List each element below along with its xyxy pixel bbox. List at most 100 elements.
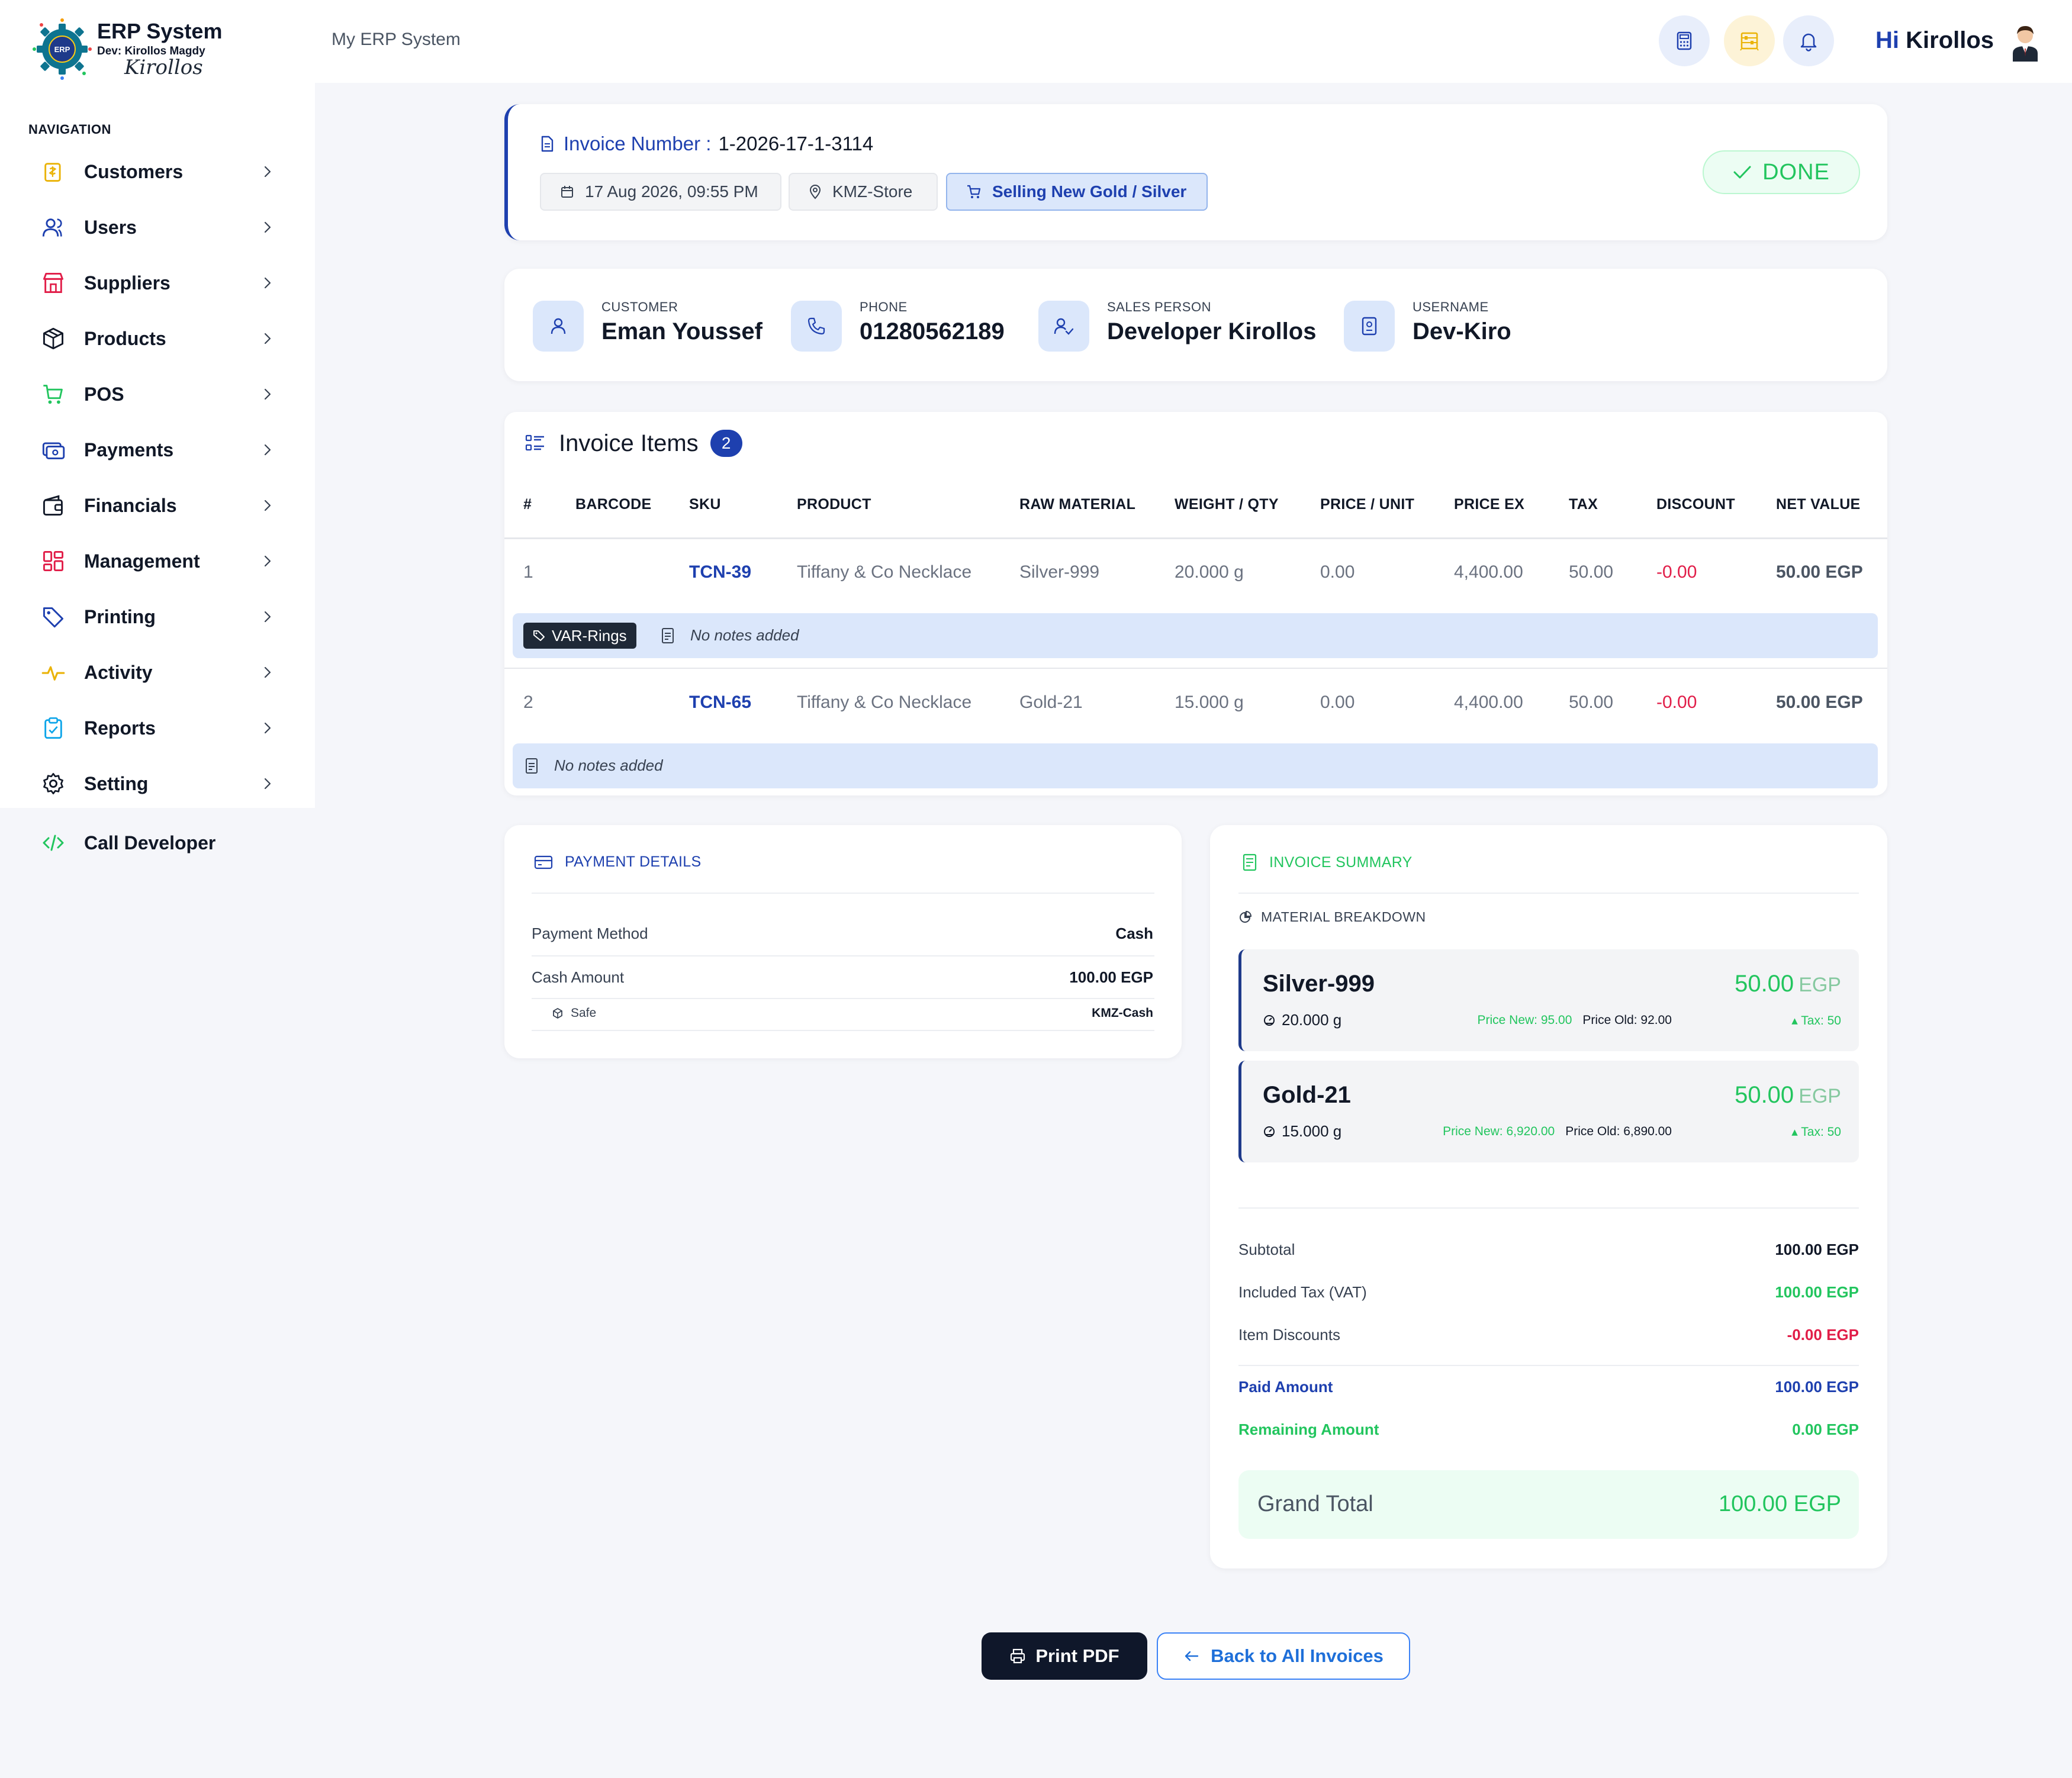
back-to-invoices-button[interactable]: Back to All Invoices <box>1157 1632 1410 1680</box>
vat-value: 100.00 EGP <box>1775 1283 1859 1301</box>
column-header[interactable]: DISCOUNT <box>1656 496 1735 513</box>
material-breakdown-text: MATERIAL BREAKDOWN <box>1261 909 1426 925</box>
cell-material: Gold-21 <box>1019 692 1083 712</box>
invoice-header-card: Invoice Number : 1-2026-17-1-3114 17 Aug… <box>504 104 1887 240</box>
chevron-right-icon <box>264 333 271 344</box>
sidebar-item-customers[interactable]: Customers <box>0 148 315 195</box>
status-text: DONE <box>1762 159 1830 185</box>
price-old: Price Old: 92.00 <box>1582 1013 1672 1027</box>
column-header[interactable]: SKU <box>689 496 721 513</box>
sales-person-label: SALES PERSON <box>1107 299 1211 314</box>
chevron-right-icon <box>264 500 271 511</box>
invoice-summary-card: INVOICE SUMMARY MATERIAL BREAKDOWN Silve… <box>1210 825 1887 1568</box>
sidebar-item-setting[interactable]: Setting <box>0 760 315 807</box>
phone-icon <box>791 301 842 352</box>
calculator-button[interactable] <box>1659 15 1710 66</box>
column-header[interactable]: PRICE / UNIT <box>1320 496 1414 513</box>
invoice-date: 17 Aug 2026, 09:55 PM <box>585 182 758 201</box>
sidebar-item-label: Users <box>84 216 137 238</box>
invoice-items-card: Invoice Items 2 # BARCODE SKU PRODUCT RA… <box>504 412 1887 795</box>
divider <box>532 893 1154 894</box>
safe-icon <box>553 1008 562 1019</box>
column-header[interactable]: BARCODE <box>575 496 652 513</box>
remaining-amount-label: Remaining Amount <box>1238 1421 1379 1438</box>
column-header[interactable]: PRICE EX <box>1454 496 1524 513</box>
row-divider <box>504 668 1887 669</box>
nav-heading: NAVIGATION <box>28 122 111 137</box>
material-currency: EGP <box>1798 974 1841 996</box>
summary-title-text: INVOICE SUMMARY <box>1269 853 1413 871</box>
safe-label-row: Safe <box>552 1006 596 1020</box>
chevron-right-icon <box>264 166 271 178</box>
payment-title-text: PAYMENT DETAILS <box>565 853 702 870</box>
print-pdf-label: Print PDF <box>1035 1645 1119 1666</box>
id-badge-icon <box>1344 301 1395 352</box>
column-header[interactable]: NET VALUE <box>1776 496 1861 513</box>
sidebar-item-pos[interactable]: POS <box>0 371 315 418</box>
grand-total-value: 100.00 EGP <box>1718 1492 1841 1516</box>
divider <box>532 955 1154 956</box>
material-card: Gold-21 50.00 EGP 15.000 g Price New: 6,9… <box>1238 1061 1859 1162</box>
abacus-icon <box>1740 32 1759 51</box>
customer-name: Eman Youssef <box>601 318 762 344</box>
chevron-right-icon <box>264 666 271 678</box>
material-name: Gold-21 <box>1263 1082 1351 1108</box>
paid-amount-value: 100.00 EGP <box>1775 1378 1859 1396</box>
app-logo[interactable]: ERP ERP System Dev: Kirollos Magdy Kirol… <box>30 17 266 88</box>
box-icon <box>43 327 63 350</box>
row-note: No notes added <box>554 756 663 774</box>
material-tax: ▴ Tax: 50 <box>1791 1014 1841 1027</box>
sidebar-item-label: Customers <box>84 160 184 182</box>
cell-product: Tiffany & Co Necklace <box>797 562 972 582</box>
material-breakdown-title: MATERIAL BREAKDOWN <box>1238 909 1426 925</box>
sidebar-item-suppliers[interactable]: Suppliers <box>0 259 315 307</box>
invoice-parties-card: CUSTOMER Eman Youssef PHONE 01280562189 … <box>504 269 1887 381</box>
column-header[interactable]: TAX <box>1569 496 1598 513</box>
code-icon <box>43 835 64 851</box>
abacus-button[interactable] <box>1724 15 1775 66</box>
sidebar-item-products[interactable]: Products <box>0 315 315 362</box>
user-greeting[interactable]: Hi Kirollos <box>1875 27 1994 54</box>
pie-chart-icon <box>1240 910 1251 923</box>
check-icon <box>1733 166 1751 179</box>
cell-discount: -0.00 <box>1656 692 1697 712</box>
clipboard-icon <box>44 717 62 739</box>
notifications-button[interactable] <box>1783 15 1834 66</box>
table-row[interactable]: 2 TCN-65 Tiffany & Co Necklace Gold-21 1… <box>504 670 1887 734</box>
sidebar-item-printing[interactable]: Printing <box>0 593 315 640</box>
avatar[interactable] <box>2005 20 2046 62</box>
invoice-store-chip: KMZ-Store <box>789 173 938 211</box>
column-header[interactable]: # <box>523 496 532 513</box>
status-badge: DONE <box>1703 150 1860 194</box>
column-header[interactable]: PRODUCT <box>797 496 871 513</box>
printer-icon <box>1011 1648 1025 1664</box>
sidebar-item-activity[interactable]: Activity <box>0 649 315 696</box>
column-header[interactable]: WEIGHT / QTY <box>1175 496 1279 513</box>
safe-value: KMZ-Cash <box>1092 1006 1153 1020</box>
sidebar-item-reports[interactable]: Reports <box>0 704 315 752</box>
sidebar-item-call-developer[interactable]: Call Developer <box>0 819 315 867</box>
print-pdf-button[interactable]: Print PDF <box>982 1632 1147 1680</box>
calendar-icon <box>561 186 573 198</box>
chevron-right-icon <box>264 778 271 790</box>
cell-index: 2 <box>523 692 533 712</box>
sidebar-item-financials[interactable]: Financials <box>0 482 315 529</box>
sidebar-item-label: Setting <box>84 772 149 794</box>
chevron-right-icon <box>264 611 271 623</box>
cart-icon <box>967 185 981 198</box>
column-header[interactable]: RAW MATERIAL <box>1019 496 1135 513</box>
cash-amount-label: Cash Amount <box>532 968 625 986</box>
invoice-type: Selling New Gold / Silver <box>992 182 1187 201</box>
cell-sku[interactable]: TCN-65 <box>689 692 751 713</box>
breadcrumb[interactable]: My ERP System <box>332 30 461 50</box>
payment-method-label: Payment Method <box>532 925 648 942</box>
table-row[interactable]: 1 TCN-39 Tiffany & Co Necklace Silver-99… <box>504 540 1887 604</box>
cell-sku[interactable]: TCN-39 <box>689 562 751 582</box>
username: Dev-Kiro <box>1413 318 1511 344</box>
sidebar-item-management[interactable]: Management <box>0 537 315 585</box>
material-total: 50.00 EGP <box>1735 1082 1841 1109</box>
sidebar-item-users[interactable]: Users <box>0 204 315 251</box>
material-total-value: 50.00 <box>1735 1082 1794 1108</box>
sidebar-item-payments[interactable]: Payments <box>0 426 315 474</box>
user-check-icon <box>1038 301 1089 352</box>
